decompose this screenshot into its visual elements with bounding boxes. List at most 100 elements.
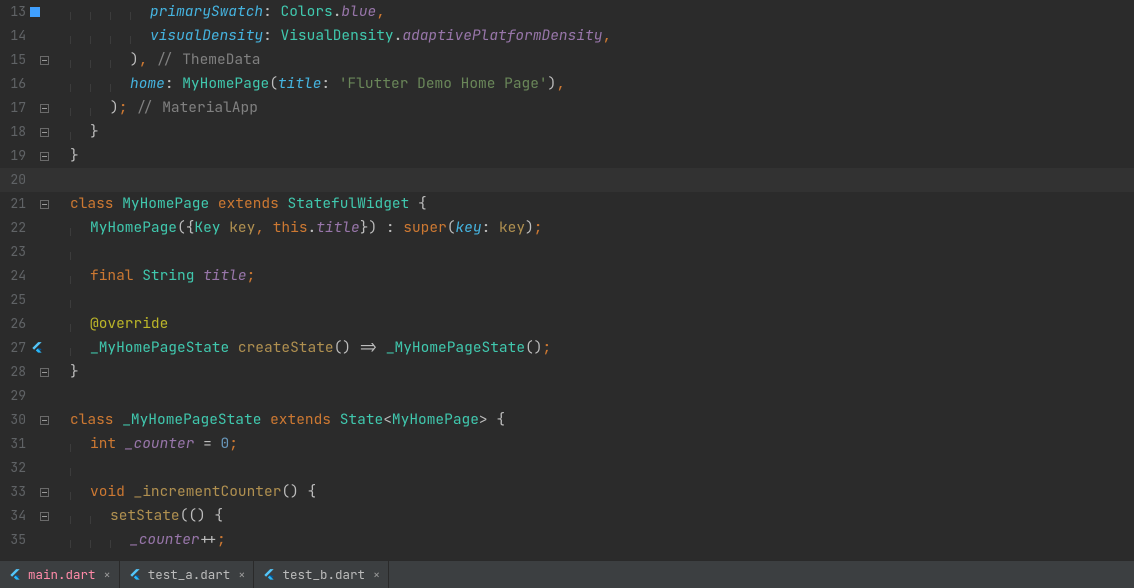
- code-content[interactable]: }: [70, 120, 1134, 144]
- editor-tab-main[interactable]: main.dart ×: [0, 561, 120, 588]
- line-number: 15: [0, 48, 30, 72]
- color-swatch-icon: [30, 7, 40, 17]
- flutter-icon: [8, 568, 22, 582]
- tab-label: main.dart: [28, 566, 96, 583]
- code-line-current: 20: [0, 168, 1134, 192]
- code-content[interactable]: ); // MaterialApp: [70, 96, 1134, 120]
- code-line: 35 _counter++;: [0, 528, 1134, 552]
- line-number: 29: [0, 384, 30, 408]
- code-content[interactable]: setState(() {: [70, 504, 1134, 528]
- fold-minus-icon: [40, 488, 49, 497]
- code-line: 27 _MyHomePageState createState() => _My…: [0, 336, 1134, 360]
- fold-toggle[interactable]: [40, 488, 64, 497]
- code-line: 30 class _MyHomePageState extends State<…: [0, 408, 1134, 432]
- tab-label: test_a.dart: [148, 566, 231, 583]
- fold-minus-icon: [40, 56, 49, 65]
- line-number: 31: [0, 432, 30, 456]
- code-content[interactable]: MyHomePage({Key key, this.title}) : supe…: [70, 216, 1134, 240]
- code-line: 24 final String title;: [0, 264, 1134, 288]
- code-line: 22 MyHomePage({Key key, this.title}) : s…: [0, 216, 1134, 240]
- line-number: 14: [0, 24, 30, 48]
- code-line: 29: [0, 384, 1134, 408]
- line-number: 34: [0, 504, 30, 528]
- code-line: 21 class MyHomePage extends StatefulWidg…: [0, 192, 1134, 216]
- line-number: 19: [0, 144, 30, 168]
- fold-minus-icon: [40, 128, 49, 137]
- code-content[interactable]: primarySwatch: Colors.blue,: [70, 0, 1134, 24]
- tab-close-button[interactable]: ×: [104, 567, 111, 583]
- code-content[interactable]: class _MyHomePageState extends State<MyH…: [70, 408, 1134, 432]
- code-line: 25: [0, 288, 1134, 312]
- fold-toggle[interactable]: [40, 152, 64, 161]
- fold-toggle[interactable]: [40, 368, 64, 377]
- line-number: 22: [0, 216, 30, 240]
- line-number: 24: [0, 264, 30, 288]
- fold-minus-icon: [40, 368, 49, 377]
- code-line: 26 @override: [0, 312, 1134, 336]
- tab-close-button[interactable]: ×: [373, 567, 380, 583]
- code-content[interactable]: [70, 240, 1134, 264]
- code-content[interactable]: visualDensity: VisualDensity.adaptivePla…: [70, 24, 1134, 48]
- editor-tab-test-a[interactable]: test_a.dart ×: [120, 561, 255, 588]
- fold-minus-icon: [40, 512, 49, 521]
- code-content[interactable]: [70, 288, 1134, 312]
- code-line: 15 ), // ThemeData: [0, 48, 1134, 72]
- code-line: 16 home: MyHomePage(title: 'Flutter Demo…: [0, 72, 1134, 96]
- code-content[interactable]: _MyHomePageState createState() => _MyHom…: [70, 336, 1134, 360]
- line-number: 20: [0, 168, 30, 192]
- fold-toggle[interactable]: [40, 416, 64, 425]
- fold-toggle[interactable]: [40, 512, 64, 521]
- gutter-marker[interactable]: [30, 336, 44, 360]
- fold-minus-icon: [40, 416, 49, 425]
- line-number: 17: [0, 96, 30, 120]
- flutter-icon: [262, 568, 276, 582]
- code-content[interactable]: home: MyHomePage(title: 'Flutter Demo Ho…: [70, 72, 1134, 96]
- line-number: 23: [0, 240, 30, 264]
- code-line: 28 }: [0, 360, 1134, 384]
- line-number: 30: [0, 408, 30, 432]
- line-number: 21: [0, 192, 30, 216]
- line-number: 18: [0, 120, 30, 144]
- fold-toggle[interactable]: [40, 104, 64, 113]
- editor-tab-bar: main.dart × test_a.dart × test_b.dart ×: [0, 560, 1134, 588]
- gutter-marker[interactable]: [30, 0, 40, 24]
- code-content[interactable]: }: [70, 144, 1134, 168]
- fold-toggle[interactable]: [40, 128, 64, 137]
- fold-minus-icon: [40, 104, 49, 113]
- code-editor[interactable]: 13 primarySwatch: Colors.blue, 14 visual…: [0, 0, 1134, 560]
- line-number: 35: [0, 528, 30, 552]
- line-number: 33: [0, 480, 30, 504]
- code-content[interactable]: @override: [70, 312, 1134, 336]
- code-content[interactable]: int _counter = 0;: [70, 432, 1134, 456]
- code-content[interactable]: }: [70, 360, 1134, 384]
- tab-label: test_b.dart: [282, 566, 365, 583]
- code-line: 14 visualDensity: VisualDensity.adaptive…: [0, 24, 1134, 48]
- flutter-icon: [128, 568, 142, 582]
- fold-toggle[interactable]: [40, 56, 64, 65]
- line-number: 32: [0, 456, 30, 480]
- line-number: 26: [0, 312, 30, 336]
- code-line: 18 }: [0, 120, 1134, 144]
- line-number: 13: [0, 0, 30, 24]
- tab-close-button[interactable]: ×: [238, 567, 245, 583]
- code-content[interactable]: [70, 456, 1134, 480]
- code-content[interactable]: ), // ThemeData: [70, 48, 1134, 72]
- code-line: 32: [0, 456, 1134, 480]
- editor-tab-test-b[interactable]: test_b.dart ×: [254, 561, 389, 588]
- code-content[interactable]: class MyHomePage extends StatefulWidget …: [70, 192, 1134, 216]
- code-line: 13 primarySwatch: Colors.blue,: [0, 0, 1134, 24]
- fold-minus-icon: [40, 152, 49, 161]
- line-number: 27: [0, 336, 30, 360]
- flutter-icon: [30, 341, 44, 355]
- code-line: 23: [0, 240, 1134, 264]
- code-content[interactable]: void _incrementCounter() {: [70, 480, 1134, 504]
- code-line: 31 int _counter = 0;: [0, 432, 1134, 456]
- code-line: 17 ); // MaterialApp: [0, 96, 1134, 120]
- code-line: 34 setState(() {: [0, 504, 1134, 528]
- code-line: 33 void _incrementCounter() {: [0, 480, 1134, 504]
- fold-minus-icon: [40, 200, 49, 209]
- fold-toggle[interactable]: [40, 200, 64, 209]
- line-number: 25: [0, 288, 30, 312]
- code-content[interactable]: _counter++;: [70, 528, 1134, 552]
- code-content[interactable]: final String title;: [70, 264, 1134, 288]
